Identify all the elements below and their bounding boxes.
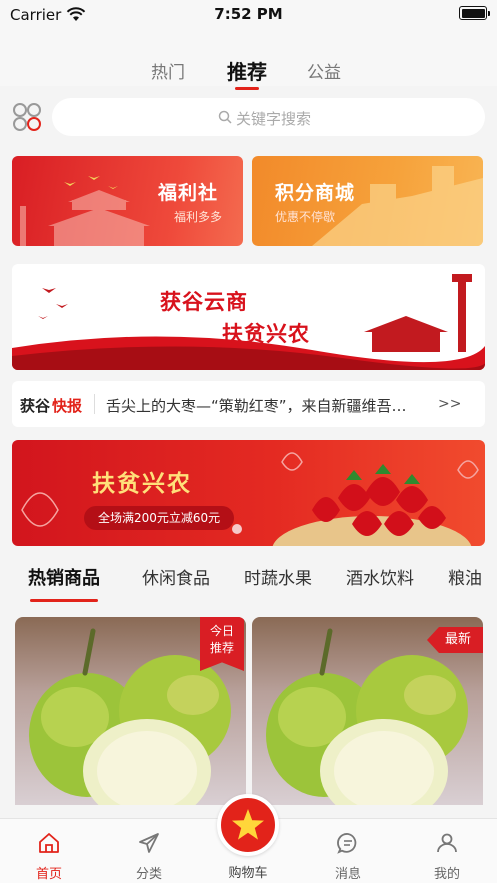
carousel-indicator[interactable] — [232, 524, 242, 534]
category-tab-drinks[interactable]: 酒水饮料 — [346, 564, 414, 589]
points-mall-title: 积分商城 — [275, 182, 356, 204]
tabbar-home[interactable]: 首页 — [14, 819, 84, 883]
tab-recommended-label: 推荐 — [227, 60, 267, 84]
tab-charity[interactable]: 公益 — [307, 58, 341, 83]
tab-hot[interactable]: 热门 — [151, 58, 185, 83]
welfare-card[interactable]: 福利社 福利多多 — [12, 156, 243, 246]
category-tab-bar: 热销商品 休闲食品 时蔬水果 酒水饮料 粮油 — [0, 556, 497, 606]
news-ticker[interactable]: 获谷 快报 舌尖上的大枣—“策勒红枣”，来自新疆维吾尔自治区 >> — [12, 381, 485, 427]
tabbar-cart-label: 购物车 — [228, 866, 268, 881]
send-icon — [139, 833, 159, 853]
tabbar-mine-label: 我的 — [433, 867, 460, 882]
welfare-title: 福利社 — [158, 182, 219, 204]
tabbar-messages[interactable]: 消息 — [313, 819, 383, 883]
banner-decoration — [12, 274, 485, 370]
category-tab-label: 热销商品 — [28, 568, 100, 589]
banner-title-line1: 获谷云商 — [160, 290, 248, 314]
category-tab-grain-oil[interactable]: 粮油 — [448, 564, 482, 589]
badge-line1: 今日 — [209, 624, 234, 638]
cart-button[interactable] — [217, 794, 279, 856]
welfare-subtitle: 福利多多 — [174, 210, 223, 224]
main-banner[interactable]: 获谷云商 扶贫兴农 — [12, 264, 485, 370]
status-bar: Carrier 7:52 PM — [0, 0, 497, 30]
points-mall-subtitle: 优惠不停歇 — [275, 210, 336, 224]
category-grid-icon[interactable] — [12, 102, 42, 132]
news-more-link[interactable]: >> — [438, 396, 461, 412]
tabbar-home-label: 首页 — [35, 867, 62, 882]
tabbar-mine[interactable]: 我的 — [412, 819, 482, 883]
discount-label: 全场满200元立减60元 — [84, 506, 235, 530]
news-brand: 获谷 — [20, 397, 51, 415]
search-row: 关键字搜索 — [0, 96, 497, 138]
search-icon — [218, 110, 232, 124]
clock: 7:52 PM — [214, 5, 283, 23]
product-card[interactable]: 最新 — [252, 617, 483, 805]
new-badge: 最新 — [426, 627, 483, 653]
tabbar-category-label: 分类 — [135, 867, 162, 882]
points-mall-card[interactable]: 积分商城 优惠不停歇 — [252, 156, 483, 246]
divider — [94, 394, 95, 414]
strawberry-promo-banner[interactable]: 扶贫兴农 全场满200元立减60元 — [12, 440, 485, 546]
news-headline[interactable]: 舌尖上的大枣—“策勒红枣”，来自新疆维吾尔自治区 — [106, 395, 421, 416]
category-tab-snacks[interactable]: 休闲食品 — [142, 564, 210, 589]
strawberry-illustration — [21, 452, 479, 546]
active-category-indicator — [30, 599, 98, 602]
fruit-banner-title: 扶贫兴农 — [92, 471, 192, 497]
badge-line2: 推荐 — [209, 641, 234, 655]
user-icon — [437, 833, 457, 853]
battery-icon — [459, 6, 490, 20]
home-icon — [39, 833, 59, 853]
search-input[interactable]: 关键字搜索 — [52, 98, 485, 136]
tabbar-category[interactable]: 分类 — [114, 819, 184, 883]
tabbar-messages-label: 消息 — [334, 867, 361, 882]
banner-title-line2: 扶贫兴农 — [222, 322, 310, 346]
news-brand-highlight: 快报 — [52, 397, 83, 415]
category-tab-fruits-vegetables[interactable]: 时蔬水果 — [244, 564, 312, 589]
search-placeholder: 关键字搜索 — [236, 110, 312, 128]
category-tab-hot-sale[interactable]: 热销商品 — [28, 564, 100, 602]
active-tab-indicator — [235, 87, 259, 90]
tab-recommended[interactable]: 推荐 — [227, 56, 267, 90]
top-tab-bar: 热门 推荐 公益 — [0, 30, 497, 90]
star-icon — [232, 809, 264, 840]
product-card[interactable]: 今日 推荐 — [15, 617, 246, 805]
message-icon — [337, 833, 357, 854]
